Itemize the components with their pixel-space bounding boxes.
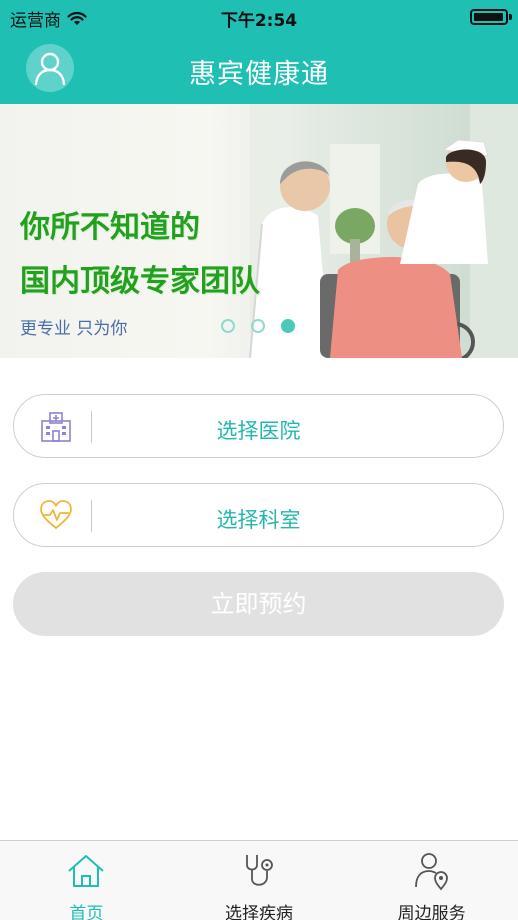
tab-label: 选择疾病 [225,904,293,920]
select-hospital-label: 选择医院 [216,419,301,443]
banner-dot[interactable] [251,319,265,333]
banner-headline-1: 你所不知道的 [20,210,200,245]
tab-nearby-services[interactable]: 周边服务 [345,841,518,920]
tab-label: 周边服务 [397,904,466,920]
select-department-label: 选择科室 [216,508,301,532]
promo-banner[interactable]: 你所不知道的 国内顶级专家团队 更专业 只为你 [0,104,518,358]
status-time: 下午2:54 [220,11,298,31]
banner-subline: 更专业 只为你 [20,319,128,339]
page-title: 惠宾健康通 [189,59,329,90]
user-location-icon [414,853,448,891]
battery-icon [470,9,512,25]
nav-bar: 惠宾健康通 [0,34,518,104]
banner-headline-2: 国内顶级专家团队 [20,264,260,299]
status-bar: 运营商 下午2:54 [0,0,518,34]
banner-dot[interactable] [281,319,295,333]
banner-page-indicator[interactable] [221,319,295,333]
banner-dot[interactable] [221,319,235,333]
battery-level [474,13,503,21]
tab-home[interactable]: 首页 [0,841,173,920]
tab-label: 首页 [69,904,104,920]
home-icon [68,855,104,887]
select-department-field[interactable]: 选择科室 [13,483,504,547]
stethoscope-icon [246,855,273,886]
book-now-button[interactable]: 立即预约 [13,572,504,636]
select-hospital-field[interactable]: 选择医院 [13,394,504,458]
tab-bar: 首页 选择疾病 周边服务 [0,840,518,920]
tab-select-disease[interactable]: 选择疾病 [173,841,346,920]
